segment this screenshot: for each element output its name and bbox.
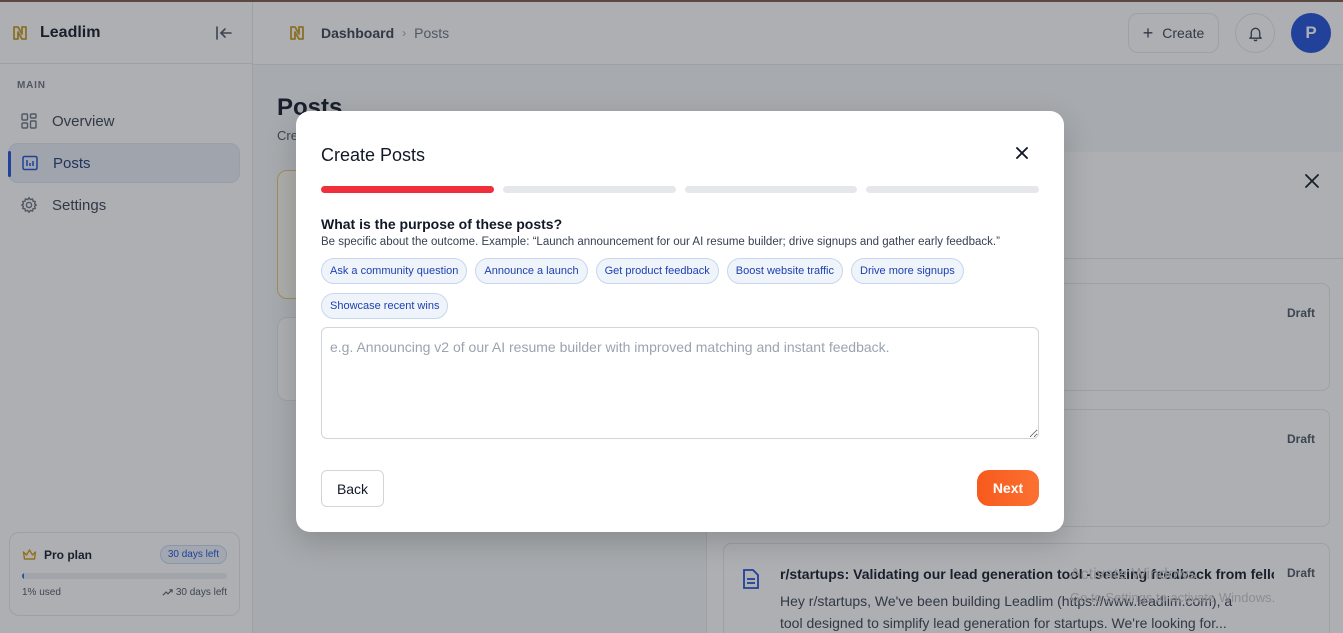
next-button[interactable]: Next xyxy=(977,470,1039,506)
chip-boost-website-traffic[interactable]: Boost website traffic xyxy=(726,258,843,284)
suggestion-chips: Ask a community question Announce a laun… xyxy=(321,258,1041,319)
question-title: What is the purpose of these posts? xyxy=(321,216,563,232)
step-1-indicator xyxy=(321,186,494,193)
chip-announce-launch[interactable]: Announce a launch xyxy=(475,258,588,284)
chip-get-product-feedback[interactable]: Get product feedback xyxy=(595,258,719,284)
create-posts-modal: Create Posts What is the purpose of thes… xyxy=(296,111,1064,532)
chip-showcase-recent-wins[interactable]: Showcase recent wins xyxy=(321,293,449,319)
chip-ask-community-question[interactable]: Ask a community question xyxy=(321,258,468,284)
back-button[interactable]: Back xyxy=(321,470,384,507)
step-3-indicator xyxy=(684,186,858,193)
step-progress xyxy=(321,186,1039,194)
close-icon[interactable] xyxy=(1014,145,1030,161)
question-hint: Be specific about the outcome. Example: … xyxy=(321,236,1000,248)
chip-drive-more-signups[interactable]: Drive more signups xyxy=(851,258,964,284)
step-4-indicator xyxy=(866,186,1039,193)
modal-title: Create Posts xyxy=(321,145,426,165)
purpose-textarea[interactable] xyxy=(321,327,1039,439)
step-2-indicator xyxy=(502,186,676,193)
